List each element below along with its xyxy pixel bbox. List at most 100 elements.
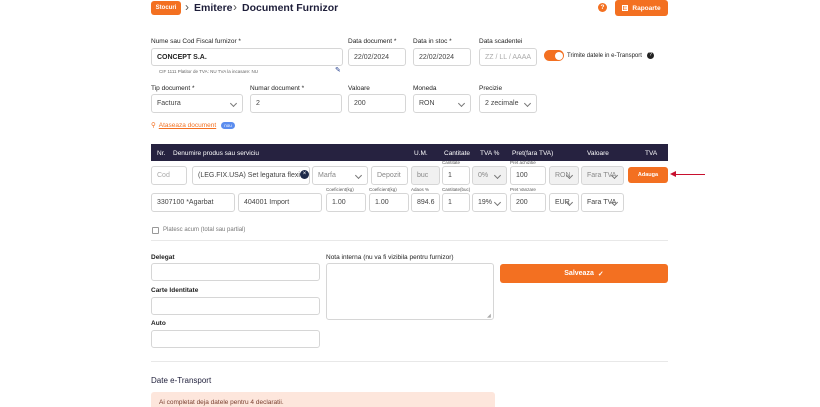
row1-vat-type-value: Fara TVA bbox=[587, 172, 617, 179]
addon-value: 894.6 bbox=[417, 199, 435, 206]
code-input[interactable]: Cod bbox=[151, 166, 187, 185]
col-qty: Cantitate bbox=[444, 150, 471, 157]
vat2-select[interactable]: 19% bbox=[472, 193, 507, 212]
col-vat: TVA % bbox=[480, 150, 500, 157]
id-card-label: Carte Identitate bbox=[151, 287, 199, 294]
coef1-input[interactable]: 1.00 bbox=[326, 193, 366, 212]
paid-label: Platesc acum (total sau partial) bbox=[163, 227, 246, 233]
value-input[interactable]: 200 bbox=[348, 94, 406, 113]
supplier-label: Nume sau Cod Fiscal furnizor * bbox=[151, 38, 241, 45]
attach-document-link[interactable]: ⚲ Ataseaza document nou bbox=[151, 121, 235, 129]
stocuri-badge[interactable]: Stocuri bbox=[151, 1, 181, 15]
price-input[interactable]: 100 bbox=[510, 166, 546, 185]
add-line-button[interactable]: Adauga bbox=[628, 167, 668, 183]
doc-type-value: Factura bbox=[157, 100, 181, 107]
doc-number-input[interactable]: 2 bbox=[250, 94, 342, 113]
edit-pencil-icon[interactable]: ✎ bbox=[335, 66, 341, 74]
etransport-notice: Ai completat deja datele pentru 4 declar… bbox=[151, 392, 495, 407]
sale-price-value: 200 bbox=[516, 199, 528, 206]
etransport-toggle[interactable] bbox=[544, 50, 564, 61]
qty2-caption: Cantitate(buc) bbox=[442, 187, 471, 192]
coef2-caption: Coeficient(kg) bbox=[369, 187, 397, 192]
clear-icon[interactable]: × bbox=[300, 170, 309, 179]
doc-date-input[interactable]: 22/02/2024 bbox=[348, 48, 406, 66]
sale-price-input[interactable]: 200 bbox=[510, 193, 546, 212]
doc-date-label: Data document * bbox=[348, 38, 397, 45]
delegat-input[interactable] bbox=[151, 263, 320, 281]
etransport-label: Trimite datele in e-Transport bbox=[567, 53, 642, 59]
col-value: Valoare bbox=[587, 150, 609, 157]
qty-input[interactable]: 1 bbox=[442, 166, 470, 185]
save-button[interactable]: Salveaza ✓ bbox=[500, 264, 668, 283]
goods-code-input[interactable]: 3307100 *Agarbat bbox=[151, 193, 235, 212]
save-label: Salveaza bbox=[564, 270, 594, 277]
supplier-value: CONCEPT S.A. bbox=[157, 53, 207, 61]
report-icon: ▤ bbox=[622, 5, 629, 11]
annotation-arrow bbox=[675, 174, 705, 175]
coef1-value: 1.00 bbox=[332, 199, 346, 206]
due-date-input[interactable]: ZZ / LL / AAAA bbox=[479, 48, 537, 66]
addon-input[interactable]: 894.6 bbox=[411, 193, 440, 212]
auto-label: Auto bbox=[151, 320, 166, 327]
col-product: Denumire produs sau serviciu bbox=[173, 150, 259, 157]
divider bbox=[151, 361, 668, 362]
row1-currency-select[interactable]: RON bbox=[549, 166, 579, 185]
qty2-value: 1 bbox=[448, 199, 452, 206]
resize-handle-icon[interactable]: ◢ bbox=[487, 313, 491, 319]
stock-date-input[interactable]: 22/02/2024 bbox=[413, 48, 471, 66]
annotation-arrowhead bbox=[670, 171, 676, 177]
currency-select[interactable]: RON bbox=[413, 94, 471, 113]
doc-type-label: Tip document * bbox=[151, 85, 195, 92]
type-select[interactable]: Marfa bbox=[312, 166, 368, 185]
coef2-input[interactable]: 1.00 bbox=[369, 193, 409, 212]
product-input[interactable]: (LEG.FIX.USA) Set legatura flexi bbox=[192, 166, 310, 185]
row1-currency-value: RON bbox=[555, 172, 571, 179]
stock-date-label: Data in stoc * bbox=[413, 38, 452, 45]
new-badge: nou bbox=[221, 121, 235, 129]
col-um: U.M. bbox=[414, 150, 428, 157]
row2-currency-select[interactable]: EUR bbox=[549, 193, 579, 212]
um-input[interactable]: buc bbox=[411, 166, 440, 185]
qty-value: 1 bbox=[448, 172, 452, 179]
account-input[interactable]: 404001 Import bbox=[238, 193, 322, 212]
note-textarea[interactable] bbox=[326, 263, 494, 320]
row2-currency-value: EUR bbox=[555, 199, 570, 206]
warehouse-input[interactable]: Depozit bbox=[371, 166, 408, 185]
doc-type-select[interactable]: Factura bbox=[151, 94, 243, 113]
vat2-value: 19% bbox=[478, 199, 493, 206]
row2-vat-type-value: Fara TVA bbox=[587, 199, 617, 206]
auto-input[interactable] bbox=[151, 330, 320, 348]
doc-number-value: 2 bbox=[256, 100, 260, 107]
addon-caption: Adaos % bbox=[411, 187, 430, 192]
precision-label: Precizie bbox=[479, 85, 503, 92]
coef1-caption: Coeficient(kg) bbox=[326, 187, 354, 192]
due-date-label: Data scadentei bbox=[479, 38, 523, 45]
qty2-input[interactable]: 1 bbox=[442, 193, 470, 212]
page-title: Document Furnizor bbox=[242, 2, 339, 14]
breadcrumb-separator-icon: › bbox=[185, 0, 189, 14]
supplier-info: CIF 1111 Platitor de TVA: NU TVA la inca… bbox=[159, 69, 258, 74]
doc-date-value: 22/02/2024 bbox=[354, 53, 390, 61]
row1-vat-type-select[interactable]: Fara TVA bbox=[581, 166, 624, 185]
row2-vat-type-select[interactable]: Fara TVA bbox=[581, 193, 624, 212]
product-value: (LEG.FIX.USA) Set legatura flexi bbox=[198, 172, 300, 179]
price-caption: Pret achizitie bbox=[510, 160, 536, 165]
sale-caption: Pret Vanzare bbox=[510, 187, 536, 192]
um-value: buc bbox=[417, 172, 429, 179]
paperclip-icon: ⚲ bbox=[151, 122, 156, 129]
help-icon[interactable]: ? bbox=[598, 3, 607, 12]
vat-select[interactable]: 0% bbox=[472, 166, 507, 185]
precision-select[interactable]: 2 zecimale bbox=[479, 94, 537, 113]
paid-checkbox[interactable] bbox=[152, 227, 159, 234]
info-icon[interactable]: ? bbox=[647, 52, 654, 59]
toggle-knob bbox=[554, 51, 563, 60]
id-card-input[interactable] bbox=[151, 297, 320, 315]
supplier-input[interactable]: CONCEPT S.A. bbox=[151, 48, 343, 66]
breadcrumb-emitere[interactable]: Emitere bbox=[194, 2, 233, 14]
col-price: Pret(fara TVA) bbox=[512, 150, 554, 157]
reports-button[interactable]: ▤ Rapoarte bbox=[615, 0, 668, 16]
goods-code-value: 3307100 *Agarbat bbox=[157, 199, 214, 206]
coef2-value: 1.00 bbox=[375, 199, 389, 206]
warehouse-value: Depozit bbox=[377, 172, 401, 179]
attach-label: Ataseaza document bbox=[158, 121, 217, 129]
